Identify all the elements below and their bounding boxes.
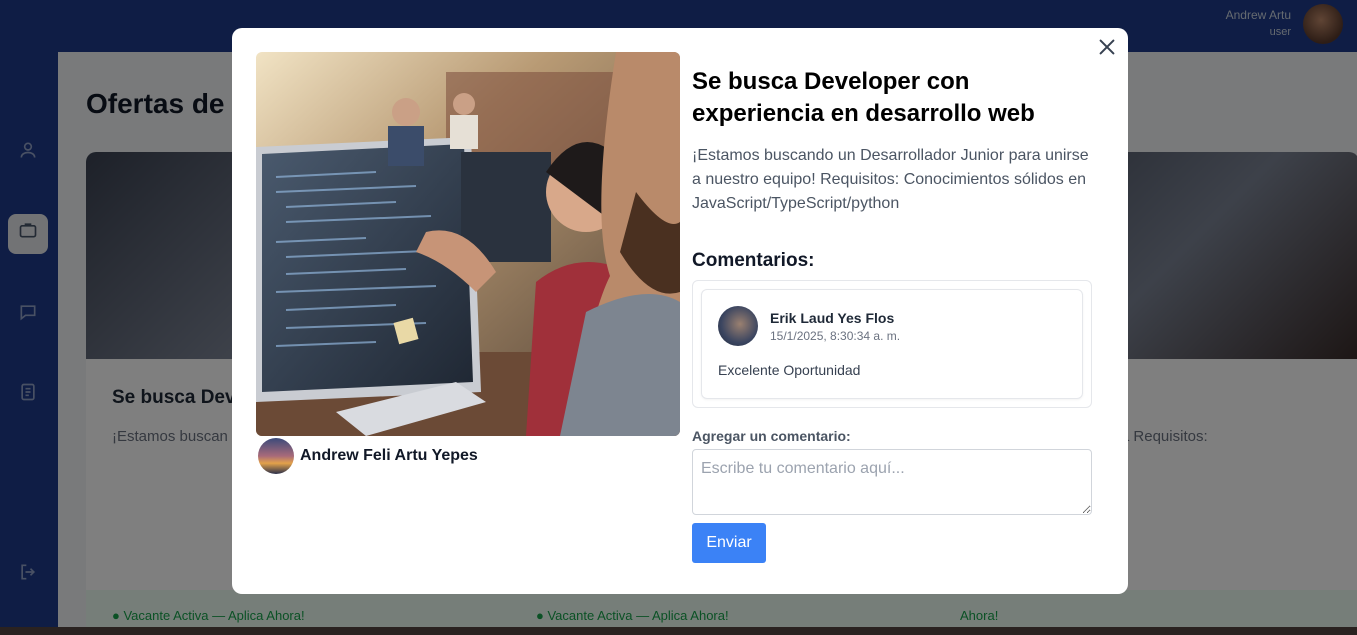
author-avatar	[258, 438, 294, 474]
author-name: Andrew Feli Artu Yepes	[300, 447, 478, 464]
job-detail-modal: Andrew Feli Artu Yepes Se busca Develope…	[232, 28, 1128, 594]
comment-text: Excelente Oportunidad	[718, 362, 861, 378]
comment-date: 15/1/2025, 8:30:34 a. m.	[770, 328, 901, 343]
job-description: ¡Estamos buscando un Desarrollador Junio…	[692, 147, 1089, 212]
comments-heading: Comentarios:	[692, 250, 815, 271]
author: Andrew Feli Artu Yepes	[258, 438, 478, 474]
comment-item: Erik Laud Yes Flos 15/1/2025, 8:30:34 a.…	[701, 289, 1083, 399]
comment-input[interactable]	[692, 449, 1092, 515]
job-title: Se busca Developer con experiencia en de…	[692, 68, 1035, 127]
commenter-avatar	[718, 306, 758, 346]
add-comment-label: Agregar un comentario:	[692, 428, 851, 444]
close-icon[interactable]	[1096, 36, 1118, 58]
comment-author: Erik Laud Yes Flos	[770, 309, 895, 326]
job-image	[256, 52, 680, 436]
taskbar	[0, 627, 1357, 635]
send-button[interactable]: Enviar	[692, 523, 766, 563]
comments-list: Erik Laud Yes Flos 15/1/2025, 8:30:34 a.…	[692, 280, 1092, 408]
job-detail-panel: Se busca Developer con experiencia en de…	[692, 66, 1092, 563]
